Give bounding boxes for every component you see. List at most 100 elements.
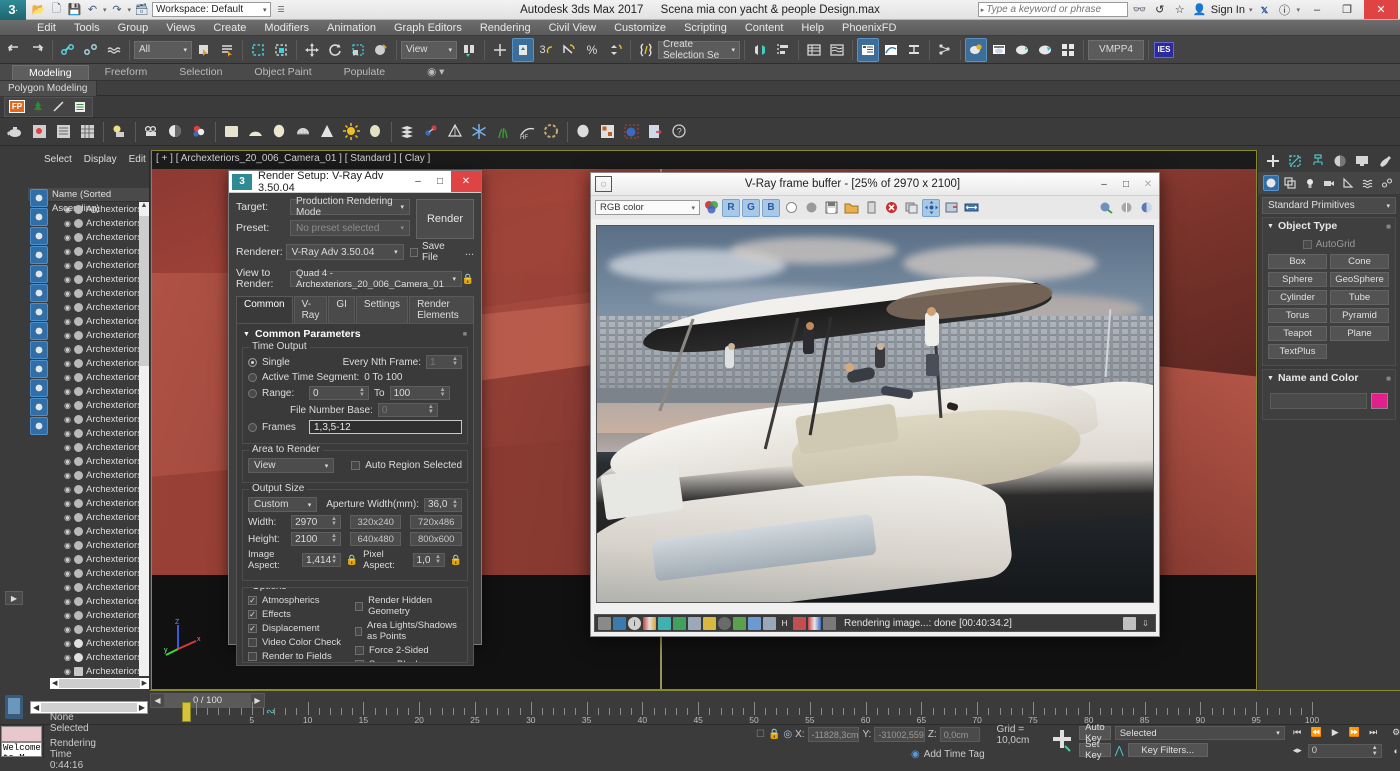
plane-icon[interactable] (220, 120, 243, 144)
target-combo[interactable]: Production Rendering Mode ▾ (290, 199, 410, 215)
visibility-eye-icon[interactable]: ◉ (64, 373, 71, 382)
frames-radio[interactable] (248, 423, 257, 432)
ribbon-tab-object-paint[interactable]: Object Paint (238, 65, 327, 80)
option-checkbox[interactable] (248, 652, 257, 661)
teapot-icon[interactable] (4, 120, 27, 144)
duplicate-icon[interactable] (902, 199, 920, 217)
explorer-menu-select[interactable]: Select (40, 154, 76, 165)
object-type-plane-button[interactable]: Plane (1330, 326, 1389, 341)
viewport-label[interactable]: [ + ] [ Archexteriors_20_006_Camera_01 ]… (156, 153, 430, 164)
option-checkbox[interactable] (355, 646, 364, 655)
info-icon[interactable]: i (628, 617, 641, 630)
vfb-settings-icon[interactable] (613, 617, 626, 630)
menu-item-rendering[interactable]: Rendering (471, 20, 540, 36)
add-key-icon[interactable] (1047, 726, 1075, 757)
prev-frame-icon[interactable]: ◀ (151, 696, 164, 705)
object-type-box-button[interactable]: Box (1268, 254, 1327, 269)
object-type-textplus-button[interactable]: TextPlus (1268, 344, 1327, 359)
hemisphere-icon[interactable] (292, 120, 315, 144)
scroll-right-icon[interactable]: ▶ (142, 679, 147, 687)
explorer-menu-display[interactable]: Display (80, 154, 121, 165)
schematic-view-icon[interactable] (903, 38, 925, 62)
visibility-eye-icon[interactable]: ◉ (64, 499, 71, 508)
menu-item-views[interactable]: Views (157, 20, 204, 36)
track-render-icon[interactable] (962, 199, 980, 217)
explorer-row[interactable]: ◉Archexteriors (50, 258, 149, 272)
select-xref-icon[interactable] (30, 379, 48, 397)
select-group-icon[interactable] (30, 303, 48, 321)
edit-named-selection-sets-icon[interactable] (635, 38, 657, 62)
forest-pack-icon[interactable] (28, 98, 48, 116)
select-and-rotate-icon[interactable] (324, 38, 346, 62)
menu-item-create[interactable]: Create (204, 20, 255, 36)
force-color-icon[interactable] (793, 617, 806, 630)
curve-editor-icon[interactable] (880, 38, 902, 62)
explorer-row[interactable]: ◉Archexteriors (50, 482, 149, 496)
scene-explorer-icon[interactable] (857, 38, 879, 62)
layer-manager-icon[interactable] (803, 38, 825, 62)
explorer-row[interactable]: ◉Archexteriors (50, 314, 149, 328)
explorer-row[interactable]: ◉Archexteriors (50, 496, 149, 510)
material-editor-icon[interactable] (965, 38, 987, 62)
visibility-eye-icon[interactable]: ◉ (64, 653, 71, 662)
search-input[interactable] (986, 4, 1126, 15)
select-light-icon[interactable] (30, 227, 48, 245)
field-of-view-icon[interactable]: ◐ (1388, 743, 1400, 758)
select-bone-icon[interactable] (30, 322, 48, 340)
pixel-aspect-field[interactable]: 1,0 ▲▼ (413, 553, 445, 567)
stamp-icon[interactable] (823, 617, 836, 630)
object-type-teapot-button[interactable]: Teapot (1268, 326, 1327, 341)
polygon-modeling-label[interactable]: Polygon Modeling (0, 81, 97, 96)
object-type-tube-button[interactable]: Tube (1330, 290, 1389, 305)
sign-in-button[interactable]: 👤 Sign In (1192, 2, 1245, 18)
pyramid-icon[interactable] (444, 120, 467, 144)
sphere-icon[interactable] (572, 120, 595, 144)
use-pivot-point-center-icon[interactable] (458, 38, 480, 62)
object-name-input[interactable] (1270, 393, 1367, 409)
undo-icon[interactable]: ↶ (85, 2, 100, 17)
render-tab-common[interactable]: Common (236, 296, 293, 323)
spinner-icon[interactable]: ▲▼ (331, 534, 337, 544)
gamma-icon[interactable] (1117, 199, 1135, 217)
preset-320x240-button[interactable]: 320x240 (350, 515, 402, 529)
select-and-move-icon[interactable] (301, 38, 323, 62)
unlink-selection-icon[interactable] (80, 38, 102, 62)
single-radio[interactable] (248, 358, 257, 367)
bg-icon[interactable] (763, 617, 776, 630)
object-type-cylinder-button[interactable]: Cylinder (1268, 290, 1327, 305)
restore-button[interactable]: ❐ (1334, 0, 1360, 19)
history-icon[interactable] (598, 617, 611, 630)
load-image-icon[interactable] (842, 199, 860, 217)
name-and-color-header[interactable]: ▼ Name and Color ■ (1263, 370, 1395, 386)
explorer-row[interactable]: ◉Archexteriors (50, 412, 149, 426)
output-size-preset-combo[interactable]: Custom ▾ (248, 497, 317, 512)
app-logo-icon[interactable]: 3. (0, 0, 26, 20)
key-mode-combo[interactable]: Selected ▾ (1115, 726, 1285, 740)
menu-item-edit[interactable]: Edit (28, 20, 65, 36)
new-icon[interactable]: 🗋 (49, 2, 64, 17)
curve-icon[interactable] (688, 617, 701, 630)
fp-icon[interactable]: FP (7, 98, 27, 116)
vfb-minimize[interactable]: – (1093, 174, 1115, 195)
select-object-icon[interactable] (30, 189, 48, 207)
z-field[interactable]: 0,0cm (940, 727, 980, 742)
render-tab-v-ray[interactable]: V-Ray (294, 296, 328, 323)
lights-icon[interactable] (1302, 175, 1318, 191)
spinner-icon[interactable]: ▲▼ (331, 517, 337, 527)
view-to-render-combo[interactable]: Quad 4 - Archexteriors_20_006_Camera_01 … (290, 271, 462, 287)
width-field[interactable]: 2970 ▲▼ (291, 515, 341, 529)
bind-space-warp-icon[interactable] (103, 38, 125, 62)
preset-640x480-button[interactable]: 640x480 (350, 532, 402, 546)
visibility-eye-icon[interactable]: ◉ (64, 359, 71, 368)
grid-icon[interactable] (76, 120, 99, 144)
autogrid-checkbox[interactable] (1303, 240, 1312, 249)
visibility-eye-icon[interactable]: ◉ (64, 345, 71, 354)
listener-input[interactable] (1, 726, 42, 742)
percent-snap-angle-icon[interactable] (558, 38, 580, 62)
binoculars-icon[interactable]: 👓 (1132, 2, 1148, 18)
red-channel-icon[interactable]: R (722, 199, 740, 217)
auto-region-checkbox[interactable] (351, 461, 360, 470)
object-type-torus-button[interactable]: Torus (1268, 308, 1327, 323)
render-setup-close[interactable]: ✕ (451, 171, 481, 192)
bitmap-icon[interactable] (28, 120, 51, 144)
